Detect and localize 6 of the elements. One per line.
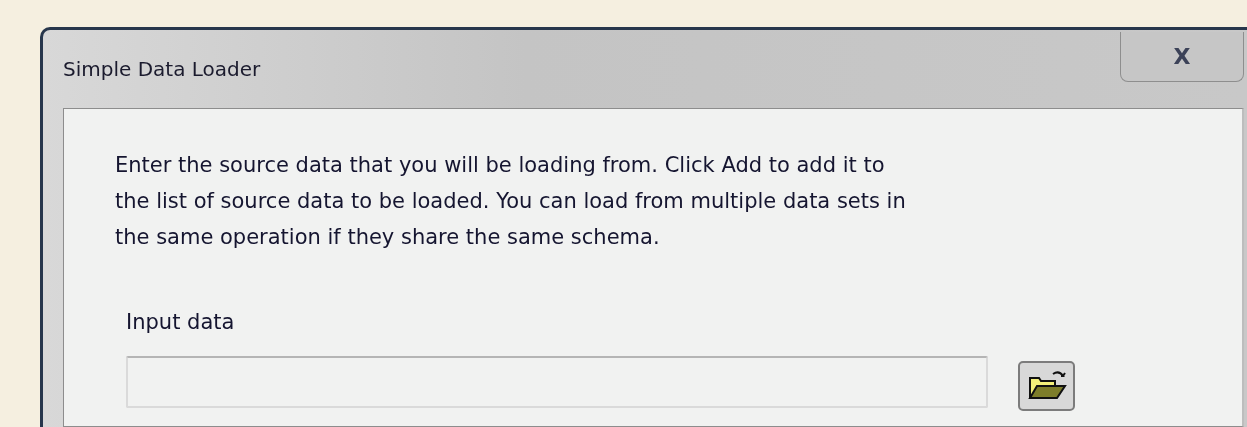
browse-button[interactable] bbox=[1018, 360, 1075, 411]
input-data-field[interactable] bbox=[126, 355, 988, 408]
close-button[interactable]: X bbox=[1120, 32, 1244, 82]
window-title: Simple Data Loader bbox=[63, 56, 261, 83]
input-data-label: Input data bbox=[126, 309, 236, 336]
instructions-text: Enter the source data that you will be loading from. Click Add to add it to the list of source data to be loaded. You can load from multiple data sets in the same operation if they share the same schema. bbox=[115, 152, 907, 251]
